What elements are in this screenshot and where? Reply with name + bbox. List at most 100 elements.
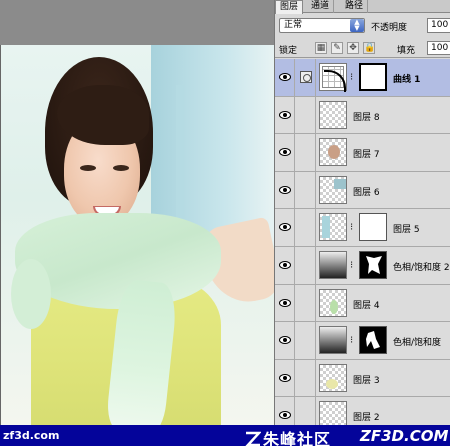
eye-icon [279,110,291,119]
layer-name[interactable]: 图层 7 [353,147,380,160]
layer-thumbnail[interactable] [319,401,347,425]
layer-row[interactable]: 图层 4 [275,284,450,323]
mask-shape-icon [366,255,382,274]
chain-link-icon[interactable]: ⁝ [350,259,356,273]
visibility-toggle[interactable] [275,246,295,284]
layer-name[interactable]: 图层 3 [353,373,380,386]
lock-position-move-icon[interactable]: ✥ [347,42,359,54]
layer-name[interactable]: 图层 8 [353,110,380,123]
layer-name[interactable]: 色相/饱和度 2 [393,260,450,273]
lock-label: 锁定 [279,46,298,56]
tab-channels[interactable]: 通道 [307,0,335,13]
eye-icon [279,336,291,345]
watermark-middle-text: 朱峰社区 [263,430,332,446]
layer-row[interactable]: ⁝ 色相/饱和度 2 [275,246,450,285]
layer-row[interactable]: ⁝ 图层 5 [275,209,450,247]
document-window[interactable] [0,45,274,425]
layer-thumbnail[interactable] [319,138,347,167]
blend-mode-select[interactable]: 正常 ▲ ▼ [279,18,365,33]
visibility-toggle[interactable] [275,96,295,134]
blend-options-row: 正常 ▲ ▼ 不透明度 100 [275,14,450,38]
watermark-left-text: zf3d.com [3,429,60,442]
eye-icon [279,185,291,194]
opacity-label: 不透明度 [371,23,408,33]
layer-name[interactable]: 图层 4 [353,298,380,311]
layer-name[interactable]: 图层 2 [353,410,380,423]
document-canvas-area [0,0,274,446]
visibility-toggle[interactable] [275,359,295,397]
link-cell[interactable] [296,284,316,322]
chain-link-icon[interactable]: ⁝ [350,221,356,235]
eye-icon [279,298,291,307]
chain-link-icon[interactable]: ⁝ [350,71,356,85]
link-cell[interactable] [296,397,316,425]
layer-row[interactable]: 图层 2 [275,397,450,425]
link-cell[interactable] [296,96,316,134]
lock-row: 锁定 ▦ ✎ ✥ 🔒 填充 100 [275,38,450,58]
layer-thumbnail[interactable] [319,213,347,242]
eye-icon [279,260,291,269]
visibility-toggle[interactable] [275,209,295,246]
layer-thumbnail[interactable] [319,288,347,317]
tab-paths[interactable]: 路径 [341,0,369,13]
eye-icon [279,411,291,420]
layer-name[interactable]: 图层 6 [353,185,380,198]
watermark-right-text: ZF3D.COM [360,427,449,445]
lock-image-brush-icon[interactable]: ✎ [331,42,343,54]
visibility-toggle[interactable] [275,284,295,322]
watermark-bar: zf3d.com 朱峰社区 ZF3D.COM [0,425,450,446]
layer-name[interactable]: 色相/饱和度 [393,335,441,348]
chain-link-icon[interactable]: ⁝ [350,334,356,348]
layer-row[interactable]: ⁝ 曲线 1 [275,59,450,97]
fill-field[interactable]: 100 [427,41,450,55]
eye-icon [279,148,291,157]
eye-icon [279,223,291,232]
eye-icon [279,73,291,81]
curves-adjustment-thumbnail[interactable] [319,63,347,91]
panel-tabs: 图层 通道 路径 [275,0,450,14]
hue-saturation-adjustment-thumbnail[interactable] [319,250,347,279]
link-cell[interactable] [296,322,316,359]
layer-mask-icon [300,71,312,83]
link-cell[interactable] [296,171,316,209]
visibility-toggle[interactable] [275,171,295,209]
visibility-toggle[interactable] [275,322,295,359]
mask-shape-icon [366,331,380,350]
blend-mode-value: 正常 [284,20,303,30]
layer-row[interactable]: 图层 7 [275,134,450,172]
visibility-toggle[interactable] [275,397,295,425]
layer-row[interactable]: 图层 6 [275,171,450,210]
layer-row[interactable]: 图层 8 [275,96,450,135]
tab-layers[interactable]: 图层 [275,0,304,14]
lock-all-icon[interactable]: 🔒 [363,42,375,54]
visibility-toggle[interactable] [275,134,295,171]
layer-thumbnail[interactable] [319,100,347,129]
zf-logo-icon [245,431,261,446]
fill-label: 填充 [397,46,416,56]
link-cell[interactable] [296,134,316,171]
eye-icon [279,373,291,382]
link-cell[interactable] [296,359,316,397]
visibility-toggle[interactable] [275,59,295,96]
layer-mask-thumbnail[interactable] [359,250,387,279]
layers-list: ⁝ 曲线 1 图层 8 图层 7 图层 6 ⁝ 图层 5 ⁝ 色相/饱和度 2 … [275,59,450,425]
layer-thumbnail[interactable] [319,363,347,392]
layer-mask-link-cell[interactable] [296,59,316,96]
layer-row[interactable]: 图层 3 [275,359,450,398]
select-arrows-icon: ▲ ▼ [350,19,364,32]
layer-mask-thumbnail[interactable] [359,326,387,355]
layer-name[interactable]: 图层 5 [393,222,420,235]
watermark-middle: 朱峰社区 [244,426,331,446]
layer-thumbnail[interactable] [319,175,347,204]
opacity-field[interactable]: 100 [427,18,450,33]
layer-mask-thumbnail[interactable] [359,213,387,242]
layer-name[interactable]: 曲线 1 [393,72,420,85]
link-cell[interactable] [296,246,316,284]
layer-mask-thumbnail[interactable] [359,63,387,91]
lock-transparency-icon[interactable]: ▦ [315,42,327,54]
curves-icon [322,66,344,88]
layer-row[interactable]: ⁝ 色相/饱和度 [275,322,450,360]
layers-panel: 图层 通道 路径 正常 ▲ ▼ 不透明度 100 锁定 ▦ ✎ ✥ 🔒 填充 10… [274,0,450,425]
hue-saturation-adjustment-thumbnail[interactable] [319,326,347,355]
link-cell[interactable] [296,209,316,246]
